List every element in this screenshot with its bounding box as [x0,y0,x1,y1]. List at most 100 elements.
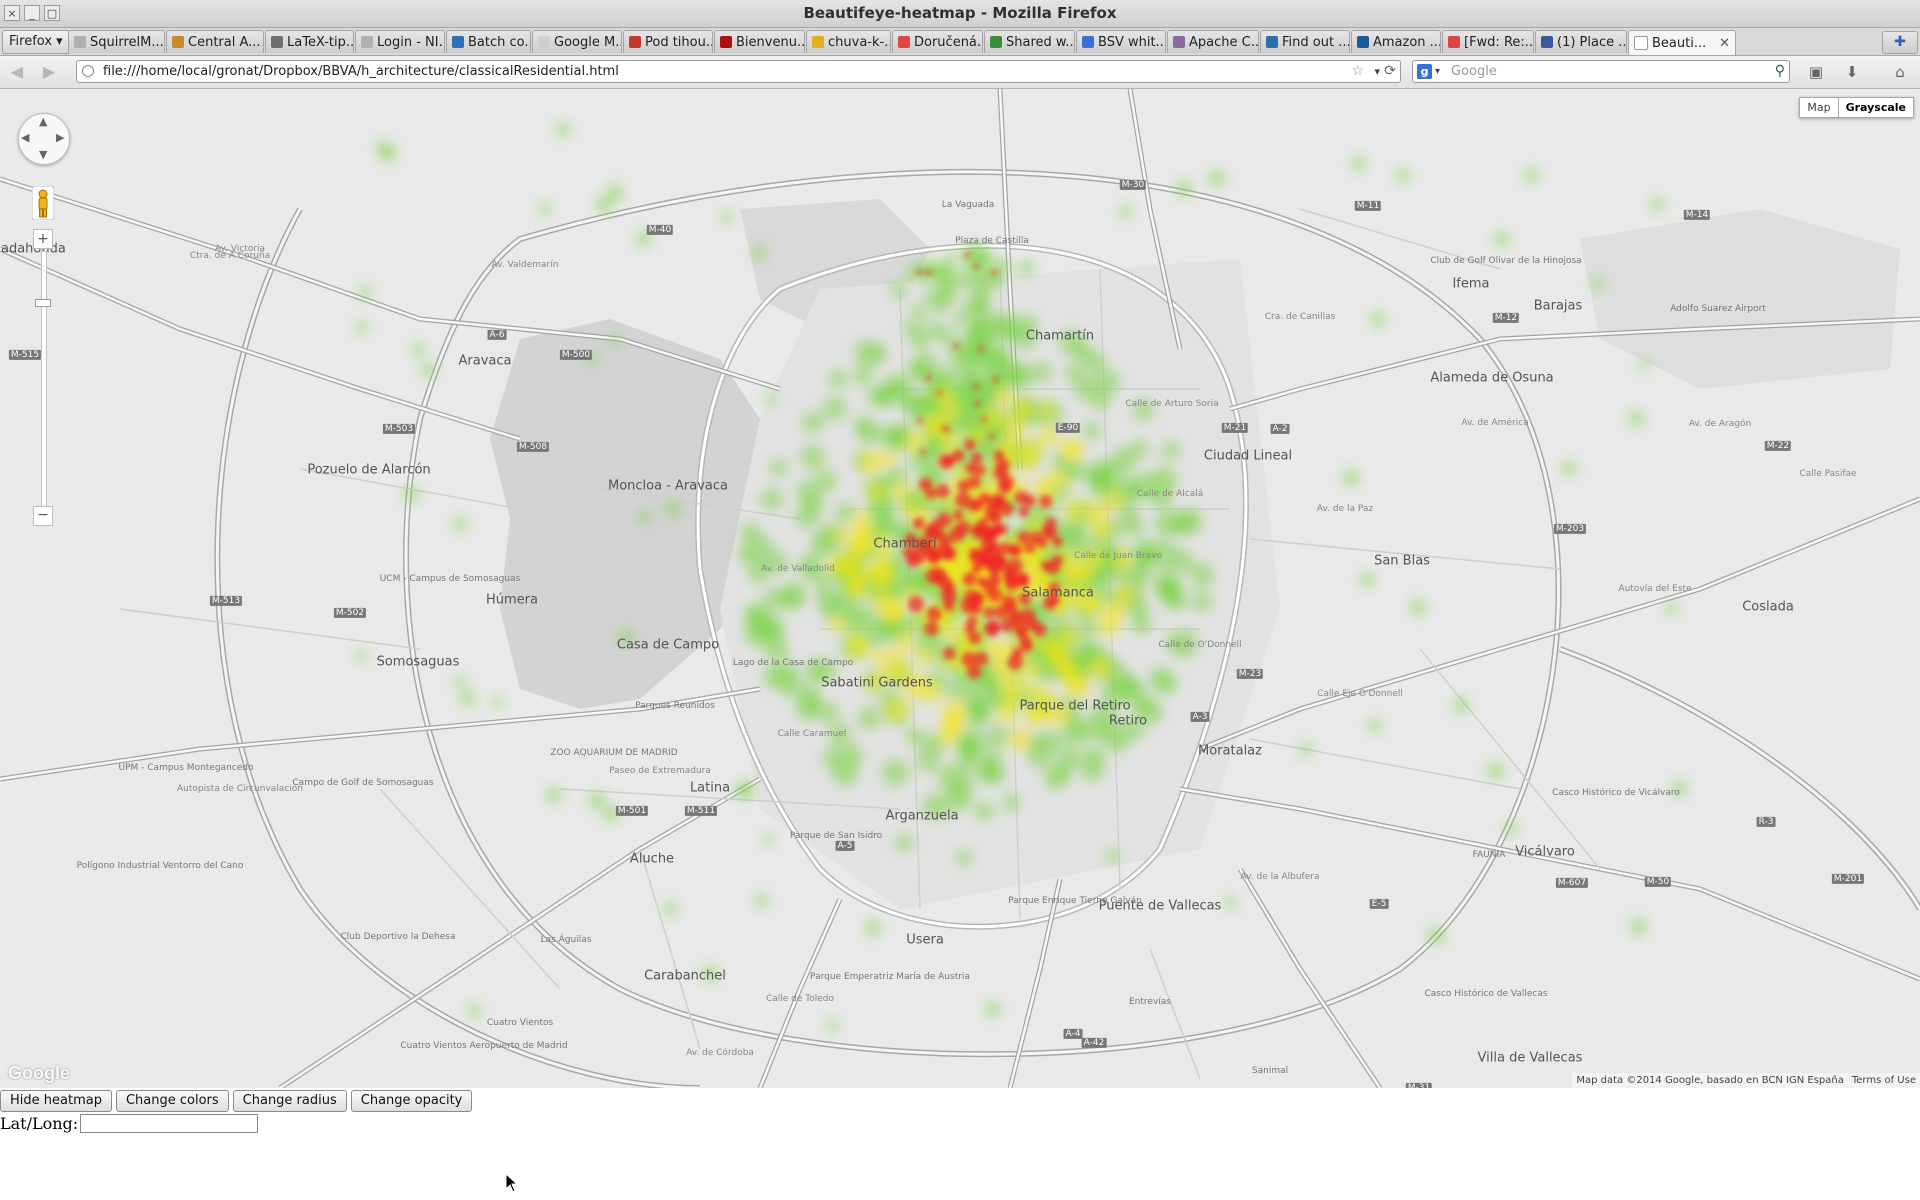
home-icon[interactable]: ⌂ [1888,62,1912,82]
change-opacity-button[interactable]: Change opacity [350,1090,473,1112]
history-dropdown-icon[interactable]: ▾ [1374,61,1380,82]
tab[interactable]: Shared w... [984,30,1075,53]
tab-label: (1) Place ... [1557,34,1627,50]
map-label-road: M-23 [1236,668,1264,680]
tab[interactable]: Bienvenu... [714,30,805,53]
map-label-place: UPM - Campus Montegancedo [118,762,254,773]
tab-favicon-icon [990,36,1002,48]
pan-right-icon[interactable]: ▶ [56,131,64,144]
pan-control[interactable]: ▲ ▼ ◀ ▶ [18,113,70,165]
pegman-street-view-icon[interactable] [32,186,54,220]
tab[interactable]: Central A... [166,30,264,53]
map-label-place: Sanimal [1251,1065,1289,1076]
tab[interactable]: Login - NI... [355,30,445,53]
map-label-street: Av. de la Albufera [1240,871,1320,882]
site-identity-icon[interactable] [82,65,94,77]
search-magnifier-icon[interactable]: ⚲ [1775,61,1785,82]
map-label-road: M-513 [209,595,243,607]
map-label-district: San Blas [1374,553,1430,569]
map-label-place: Casco Histórico de Vicálvaro [1552,787,1680,798]
tab-label: Amazon ... [1373,34,1441,50]
bookmark-star-icon[interactable]: ☆ [1351,61,1364,82]
tab-favicon-icon [172,36,184,48]
change-radius-button[interactable]: Change radius [232,1090,347,1112]
zoom-slider-handle[interactable] [35,299,51,307]
pan-down-icon[interactable]: ▼ [39,148,47,161]
map-label-place: Club Deportivo la Dehesa [340,931,456,942]
zoom-slider-track[interactable] [41,251,47,507]
tab-label: chuva-k-... [828,34,891,50]
tab[interactable]: SquirrelM... [68,30,165,53]
map-label-district: Alameda de Osuna [1430,370,1554,386]
google-logo[interactable]: Google [8,1063,70,1084]
tab-label: Beauti... [1652,35,1707,51]
pan-up-icon[interactable]: ▲ [39,115,47,128]
terms-of-use-link[interactable]: Terms of Use [1852,1075,1916,1086]
zoom-out-button[interactable]: − [33,506,53,526]
tab[interactable]: Batch co... [446,30,531,53]
tab[interactable]: Google M... [532,30,622,53]
tab[interactable]: [Fwd: Re:... [1442,30,1534,53]
tab-label: Central A... [188,34,261,50]
map-label-road: A-4 [1063,1028,1083,1040]
tab[interactable]: BSV whit... [1076,30,1166,53]
pan-left-icon[interactable]: ◀ [21,131,29,144]
map-label-road: M-22 [1764,440,1792,452]
map-label-road: M-40 [646,224,674,236]
tab[interactable]: Pod tihou... [623,30,713,53]
tab-favicon-icon [1541,36,1553,48]
search-engine-dropdown-icon[interactable]: ▾ [1435,61,1440,82]
map-label-district: Moratalaz [1198,743,1262,759]
tab-active[interactable]: Beauti... ✕ [1628,30,1736,55]
navigation-toolbar: ◀ ▶ file:///home/local/gronat/Dropbox/BB… [0,56,1920,89]
tab-label: Batch co... [468,34,531,50]
tab-favicon-icon [452,36,464,48]
tab-label: Login - NI... [377,34,445,50]
map-canvas[interactable]: Chamartín Ciudad Lineal San Blas Moncloa - … [0,89,1920,1088]
tab-label: Pod tihou... [645,34,713,50]
map-label-district: Usera [906,932,944,948]
map-label-road: M-502 [333,607,367,619]
map-label-district: Retiro [1108,713,1148,729]
tab[interactable]: Doručená... [892,30,983,53]
tab[interactable]: (1) Place ... [1535,30,1627,53]
tab-favicon-icon [361,36,373,48]
map-label-place: Cuatro Vientos [486,1017,554,1028]
map-label-road: M-14 [1683,209,1711,221]
map-label-street: Av. de Córdoba [686,1047,754,1058]
url-bar[interactable]: file:///home/local/gronat/Dropbox/BBVA/h… [76,60,1401,83]
map-label-place: Parque de San Isidro [789,830,883,841]
map-label-district: Barajas [1533,298,1583,314]
map-label-district: Somosaguas [376,654,460,670]
reload-icon[interactable]: ⟳ [1384,61,1396,82]
map-label-road: M-203 [1553,523,1587,535]
tab[interactable]: Find out ... [1260,30,1350,53]
back-arrow-icon[interactable]: ◀ [6,61,28,83]
map-label-road: M-500 [559,349,593,361]
search-bar[interactable]: g ▾ Google ⚲ [1412,60,1790,83]
map-label-road: A-3 [1190,711,1210,723]
map-label-street: Paseo de Extremadura [609,765,711,776]
map-label-place: Campo de Golf de Somosaguas [292,777,434,788]
new-tab-button[interactable]: ✚ [1882,31,1918,54]
downloads-icon[interactable]: ⬇ [1840,62,1864,82]
search-engine-icon[interactable]: g [1417,64,1432,79]
map-label-road: A-6 [487,329,507,341]
tab[interactable]: Amazon ... [1351,30,1441,53]
map-label-place: Parques Reunidos [635,700,715,711]
forward-arrow-icon[interactable]: ▶ [38,61,60,83]
map-label-place: Parque Emperatriz María de Austria [810,971,970,982]
map-label-district: Latina [689,780,731,796]
firefox-menu-button[interactable]: Firefox ▾ [2,30,70,54]
tab[interactable]: LaTeX-tip... [265,30,354,53]
map-type-grayscale-button[interactable]: Grayscale [1838,97,1914,118]
tab[interactable]: chuva-k-... [806,30,891,53]
map-type-map-button[interactable]: Map [1799,97,1839,118]
bookmarks-menu-icon[interactable]: ▣ [1804,62,1828,82]
tab-close-icon[interactable]: ✕ [1715,36,1730,51]
zoom-in-button[interactable]: + [33,229,53,249]
latlong-input[interactable] [80,1113,259,1133]
hide-heatmap-button[interactable]: Hide heatmap [0,1090,112,1112]
tab[interactable]: Apache C... [1167,30,1259,53]
change-colors-button[interactable]: Change colors [115,1090,229,1112]
